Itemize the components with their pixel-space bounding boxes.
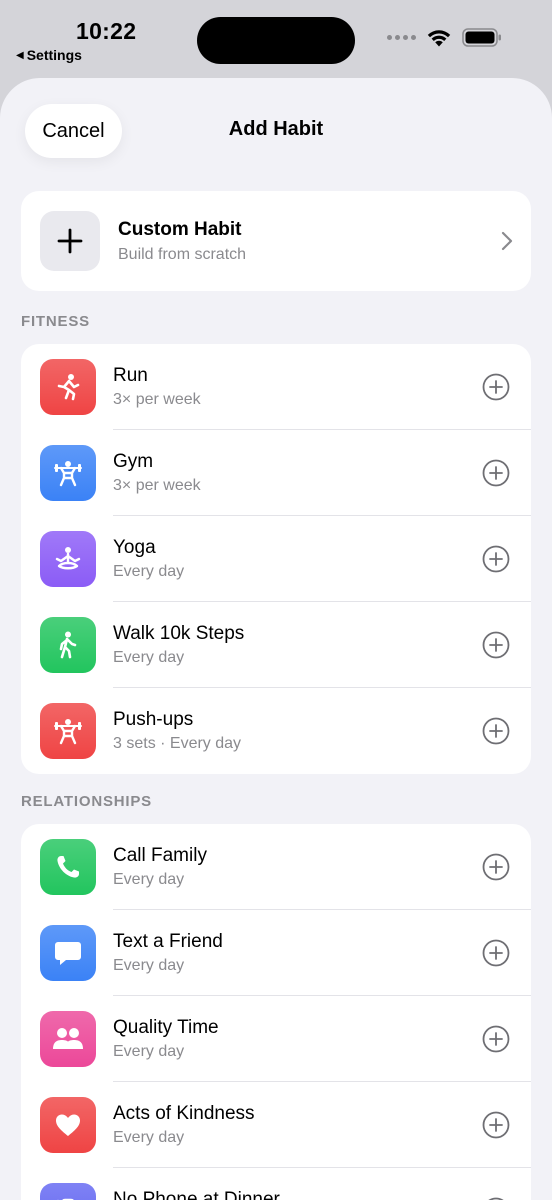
add-habit-sheet: Cancel Add Habit Custom Habit Build from… — [0, 78, 552, 1200]
habit-row-no-phone-at-dinner[interactable]: No Phone at Dinner — [21, 1168, 531, 1200]
add-habit-button[interactable] — [482, 373, 510, 401]
habit-title: Acts of Kindness — [113, 1103, 255, 1124]
plus-circle-icon — [482, 545, 510, 573]
habit-row-call-family[interactable]: Call Family Every day — [21, 824, 531, 910]
plus-circle-icon — [482, 459, 510, 487]
habit-frequency: Every day — [113, 1043, 185, 1060]
custom-habit-title: Custom Habit — [118, 219, 242, 240]
plus-circle-icon — [482, 939, 510, 967]
habit-row-gym[interactable]: Gym 3× per week — [21, 430, 531, 516]
section-header-fitness: FITNESS — [21, 313, 90, 330]
habit-title: No Phone at Dinner — [113, 1189, 280, 1200]
back-triangle-icon: ◀ — [16, 49, 24, 61]
chevron-right-icon — [501, 231, 513, 251]
habit-frequency: Every day — [113, 1129, 185, 1146]
habit-frequency: 3× per week — [113, 477, 201, 494]
habit-row-walk-10k-steps[interactable]: Walk 10k Steps Every day — [21, 602, 531, 688]
section-header-relationships: RELATIONSHIPS — [21, 793, 152, 810]
add-habit-button[interactable] — [482, 545, 510, 573]
habit-row-yoga[interactable]: Yoga Every day — [21, 516, 531, 602]
weightlifter-icon — [40, 445, 96, 501]
plus-icon — [40, 211, 100, 271]
add-habit-button[interactable] — [482, 717, 510, 745]
weightlifter-icon — [40, 703, 96, 759]
habit-row-quality-time[interactable]: Quality Time Every day — [21, 996, 531, 1082]
habit-title: Yoga — [113, 537, 156, 558]
walking-person-icon — [40, 617, 96, 673]
add-habit-button[interactable] — [482, 459, 510, 487]
wifi-icon — [427, 30, 451, 47]
signal-dots-icon — [387, 35, 416, 40]
habit-title: Walk 10k Steps — [113, 623, 245, 644]
habit-title: Text a Friend — [113, 931, 223, 952]
add-habit-button[interactable] — [482, 853, 510, 881]
heart-icon — [40, 1097, 96, 1153]
plus-circle-icon — [482, 717, 510, 745]
status-time: 10:22 — [76, 18, 137, 44]
plus-circle-icon — [482, 1111, 510, 1139]
habit-row-acts-of-kindness[interactable]: Acts of Kindness Every day — [21, 1082, 531, 1168]
plus-circle-icon — [482, 853, 510, 881]
phone-icon — [40, 839, 96, 895]
fitness-list: Run 3× per week Gym 3× per week Yoga Every da… — [21, 344, 531, 774]
back-app-label: Settings — [26, 47, 82, 63]
add-habit-button[interactable] — [482, 939, 510, 967]
sheet-title: Add Habit — [228, 118, 324, 140]
habit-row-text-a-friend[interactable]: Text a Friend Every day — [21, 910, 531, 996]
people-icon — [40, 1011, 96, 1067]
custom-habit-subtitle: Build from scratch — [118, 246, 247, 263]
habit-title: Push-ups — [113, 709, 194, 730]
add-habit-button[interactable] — [482, 1025, 510, 1053]
habit-frequency: Every day — [113, 871, 185, 888]
meditation-icon — [40, 531, 96, 587]
habit-title: Call Family — [113, 845, 207, 866]
dynamic-island — [197, 17, 355, 64]
habit-frequency: Every day — [113, 957, 185, 974]
habit-row-run[interactable]: Run 3× per week — [21, 344, 531, 430]
running-person-icon — [40, 359, 96, 415]
relationships-list: Call Family Every day Text a Friend Every d… — [21, 824, 531, 1200]
plus-circle-icon — [482, 631, 510, 659]
habit-title: Run — [113, 365, 148, 386]
habit-row-push-ups[interactable]: Push-ups 3 sets · Every day — [21, 688, 531, 774]
habit-frequency: 3 sets · Every day — [113, 735, 242, 752]
add-habit-button[interactable] — [482, 631, 510, 659]
habit-frequency: Every day — [113, 649, 185, 666]
add-habit-button[interactable] — [482, 1111, 510, 1139]
plus-circle-icon — [482, 373, 510, 401]
habit-title: Quality Time — [113, 1017, 219, 1038]
plus-circle-icon — [482, 1025, 510, 1053]
back-to-app-link[interactable]: ◀ Settings — [16, 47, 82, 63]
habit-frequency: Every day — [113, 563, 185, 580]
habit-title: Gym — [113, 451, 154, 472]
status-indicators — [387, 28, 502, 47]
no-phone-icon — [40, 1183, 96, 1200]
habit-frequency: 3× per week — [113, 391, 201, 408]
message-bubble-icon — [40, 925, 96, 981]
custom-habit-card[interactable]: Custom Habit Build from scratch — [21, 191, 531, 291]
status-bar: 10:22 ◀ Settings — [0, 0, 552, 78]
battery-icon — [462, 28, 501, 47]
